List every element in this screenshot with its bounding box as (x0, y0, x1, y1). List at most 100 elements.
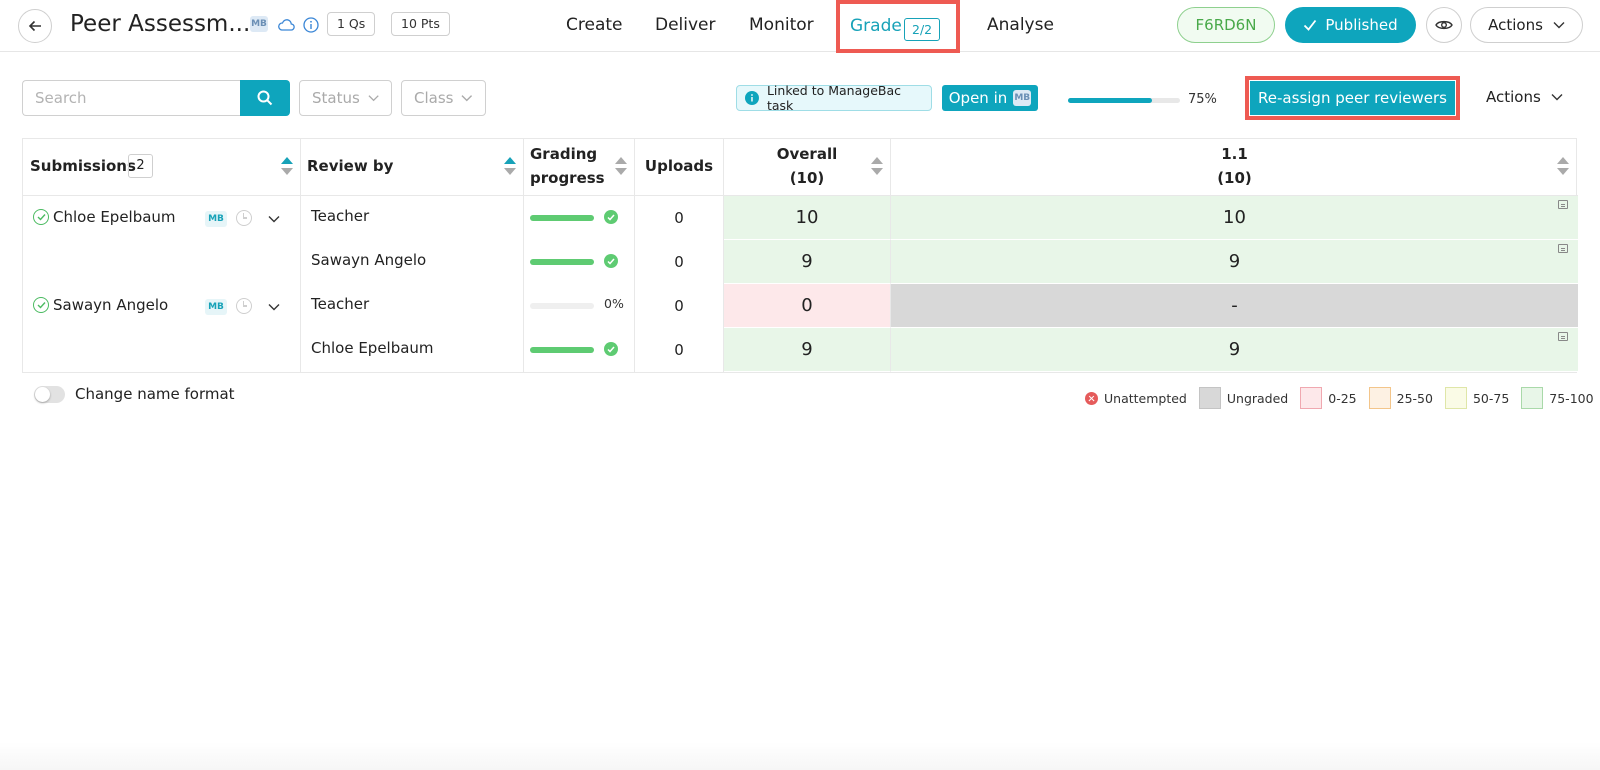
class-filter-label: Class (414, 89, 454, 107)
legend-label: 0-25 (1328, 390, 1357, 406)
question-score-cell[interactable]: 10 (891, 196, 1578, 240)
grading-progress-percent: 75% (1188, 92, 1217, 107)
review-progress-percent: 0% (604, 296, 624, 311)
header-grading-line1: Grading (530, 145, 598, 163)
legend-unattempted: Unattempted (1085, 391, 1187, 406)
header-review-by-label: Review by (307, 157, 394, 175)
chevron-down-icon[interactable] (267, 300, 281, 314)
legend-25-50: 25-50 (1368, 387, 1433, 409)
reviewer-name: Teacher (311, 295, 370, 313)
managebac-icon: MB (205, 211, 227, 227)
tab-grade[interactable]: Grade 2/2 (836, 0, 960, 53)
search-icon (257, 90, 273, 106)
sort-icon[interactable] (615, 157, 627, 177)
reviewer-cell: Chloe Epelbaum (301, 328, 524, 372)
question-score-cell[interactable]: - (891, 284, 1578, 328)
search-input[interactable] (22, 80, 240, 116)
overall-score-cell[interactable]: 0 (724, 284, 891, 328)
question-score: 10 (1223, 207, 1246, 228)
toggle-knob (35, 387, 50, 402)
complete-check-icon (604, 342, 618, 356)
question-score-cell[interactable]: 9 (891, 240, 1578, 284)
class-filter-dropdown[interactable]: Class (401, 80, 486, 116)
tab-deliver[interactable]: Deliver (655, 15, 716, 35)
chevron-down-icon (1551, 94, 1563, 101)
open-in-label: Open in (948, 89, 1008, 107)
header-grading-progress[interactable]: Grading progress (524, 139, 635, 196)
toolbar-actions-button[interactable]: Actions (1486, 88, 1563, 106)
unattempted-icon (1085, 391, 1098, 405)
student-name[interactable]: Chloe Epelbaum (53, 208, 176, 226)
grade-count-badge: 2/2 (904, 18, 941, 41)
comment-icon[interactable] (1558, 332, 1568, 341)
arrow-left-icon (28, 20, 41, 32)
range-0-25-swatch (1300, 387, 1323, 409)
managebac-icon: MB (205, 299, 227, 315)
linked-managebac-label: Linked to ManageBac task (766, 83, 902, 113)
linked-managebac-badge: Linked to ManageBac task (736, 83, 932, 113)
back-button[interactable] (18, 9, 52, 43)
grading-progress-fill (1068, 98, 1152, 103)
header-overall[interactable]: Overall (10) (724, 139, 891, 196)
legend-50-75: 50-75 (1444, 387, 1509, 409)
submissions-count-badge: 2 (128, 154, 153, 178)
chevron-down-icon (368, 95, 379, 102)
overall-score-cell[interactable]: 9 (724, 240, 891, 284)
student-name[interactable]: Sawayn Angelo (53, 296, 168, 314)
clock-icon (236, 298, 252, 314)
header-question-1-1[interactable]: 1.1 (10) (891, 139, 1578, 196)
header-question-line1: 1.1 (1221, 145, 1248, 163)
check-circle-icon (33, 209, 49, 225)
tab-monitor[interactable]: Monitor (749, 15, 814, 35)
sort-icon[interactable] (281, 157, 293, 177)
legend-label: 75-100 (1549, 390, 1594, 406)
chevron-down-icon[interactable] (267, 212, 281, 226)
legend-ungraded: Ungraded (1198, 387, 1288, 409)
progress-cell: 0% (524, 284, 635, 328)
reviewer-cell: Teacher (301, 284, 524, 328)
toolbar-actions-label: Actions (1486, 88, 1541, 106)
tab-analyse[interactable]: Analyse (987, 15, 1054, 35)
search-button[interactable] (240, 80, 290, 116)
progress-cell (524, 328, 635, 372)
question-score: 9 (1228, 251, 1241, 272)
chevron-down-icon (461, 95, 473, 102)
reviewer-name: Sawayn Angelo (311, 251, 427, 269)
question-score-cell[interactable]: 9 (891, 328, 1578, 372)
join-code-badge[interactable]: F6RD6N (1177, 7, 1275, 43)
sort-icon[interactable] (871, 157, 883, 177)
reviewer-name: Teacher (311, 207, 370, 225)
published-button[interactable]: Published (1285, 7, 1416, 43)
header-submissions[interactable]: Submissions 2 (23, 139, 301, 196)
eye-icon (1435, 20, 1453, 30)
comment-icon[interactable] (1558, 200, 1568, 209)
open-in-managebac-button[interactable]: Open in MB (942, 85, 1038, 111)
overall-score-cell[interactable]: 9 (724, 328, 891, 372)
reassign-peer-reviewers-button[interactable]: Re-assign peer reviewers (1250, 81, 1455, 115)
preview-button[interactable] (1426, 7, 1462, 43)
comment-icon[interactable] (1558, 244, 1568, 253)
legend-label: 25-50 (1396, 390, 1433, 406)
managebac-icon: MB (1013, 90, 1032, 106)
top-header: Peer Assessm... MB 1 Qs 10 Pts Create De… (0, 0, 1600, 53)
header-overall-line1: Overall (776, 145, 838, 163)
sort-icon[interactable] (504, 157, 516, 177)
progress-cell (524, 196, 635, 240)
name-format-toggle[interactable] (34, 386, 65, 403)
header-uploads-label: Uploads (644, 157, 714, 175)
range-25-50-swatch (1368, 387, 1391, 409)
header-submissions-label: Submissions (30, 157, 136, 175)
header-actions-button[interactable]: Actions (1470, 7, 1583, 43)
review-progress-bar (530, 215, 594, 221)
overall-score-cell[interactable]: 10 (724, 196, 891, 240)
status-filter-dropdown[interactable]: Status (299, 80, 392, 116)
tab-create[interactable]: Create (566, 15, 623, 35)
info-icon[interactable] (302, 16, 319, 33)
sort-icon[interactable] (1557, 157, 1569, 177)
review-progress-fill (530, 259, 594, 265)
review-progress-bar (530, 347, 594, 353)
header-review-by[interactable]: Review by (301, 139, 524, 196)
submissions-table: Submissions 2 Review by Grading progress… (22, 138, 1578, 373)
student-cell: Chloe Epelbaum MB (23, 196, 301, 284)
student-cell: Sawayn Angelo MB (23, 284, 301, 372)
